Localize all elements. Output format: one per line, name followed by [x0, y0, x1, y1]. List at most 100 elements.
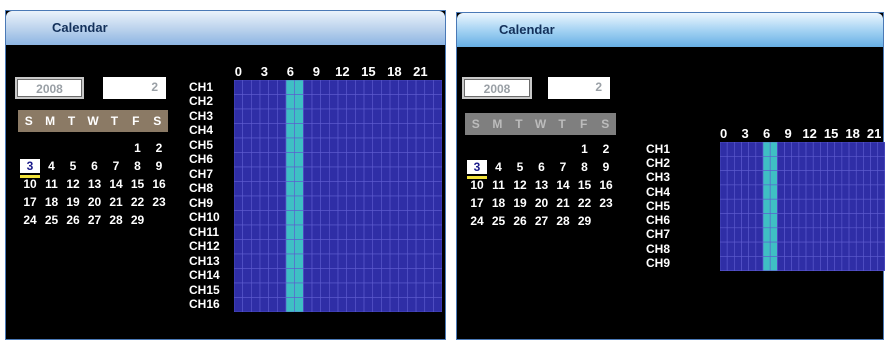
schedule-cell[interactable]	[311, 210, 321, 226]
schedule-cell[interactable]	[741, 213, 749, 229]
schedule-cell[interactable]	[834, 213, 843, 229]
schedule-cell[interactable]	[346, 253, 356, 269]
schedule-cell[interactable]	[311, 282, 321, 298]
schedule-cell[interactable]	[259, 181, 269, 197]
schedule-cell[interactable]	[398, 239, 408, 255]
schedule-cell[interactable]	[791, 213, 800, 229]
schedule-cell[interactable]	[734, 256, 742, 271]
schedule-cell[interactable]	[841, 241, 850, 257]
schedule-cell[interactable]	[424, 137, 434, 153]
schedule-cell[interactable]	[415, 239, 426, 255]
schedule-cell[interactable]	[415, 210, 426, 226]
schedule-cell[interactable]	[346, 297, 356, 313]
day-cell[interactable]: 21	[106, 195, 126, 209]
schedule-cell[interactable]	[424, 297, 434, 313]
schedule-cell[interactable]	[863, 256, 871, 271]
schedule-cell-recording[interactable]	[294, 166, 304, 182]
schedule-cell[interactable]	[755, 170, 764, 186]
schedule-cell[interactable]	[726, 184, 735, 200]
schedule-cell[interactable]	[433, 210, 443, 226]
schedule-cell[interactable]	[734, 227, 742, 243]
schedule-cell[interactable]	[234, 268, 243, 284]
schedule-cell[interactable]	[268, 80, 278, 95]
schedule-cell[interactable]	[791, 170, 800, 186]
schedule-cell[interactable]	[784, 241, 792, 257]
day-cell[interactable]: 22	[575, 196, 595, 210]
schedule-cell-recording[interactable]	[762, 156, 771, 171]
schedule-cell[interactable]	[841, 142, 850, 157]
schedule-cell[interactable]	[363, 195, 374, 211]
schedule-cell[interactable]	[329, 123, 339, 139]
schedule-cell[interactable]	[812, 156, 821, 171]
year-field[interactable]: 2008	[462, 77, 532, 99]
schedule-cell[interactable]	[311, 166, 321, 182]
schedule-cell[interactable]	[855, 213, 864, 229]
day-cell[interactable]: 26	[63, 213, 83, 227]
schedule-cell[interactable]	[303, 94, 313, 110]
schedule-cell[interactable]	[827, 170, 836, 186]
schedule-cell[interactable]	[841, 256, 850, 271]
schedule-cell[interactable]	[242, 282, 252, 298]
schedule-cell[interactable]	[337, 253, 348, 269]
schedule-cell[interactable]	[424, 239, 434, 255]
schedule-cell-recording[interactable]	[294, 297, 304, 313]
schedule-cell[interactable]	[381, 239, 391, 255]
schedule-cell[interactable]	[848, 227, 857, 243]
schedule-cell[interactable]	[777, 170, 785, 186]
schedule-cell[interactable]	[415, 181, 426, 197]
schedule-cell[interactable]	[372, 166, 382, 182]
schedule-cell[interactable]	[863, 227, 871, 243]
schedule-cell[interactable]	[303, 253, 313, 269]
schedule-cell[interactable]	[268, 239, 278, 255]
schedule-cell-recording[interactable]	[294, 94, 304, 110]
schedule-cell[interactable]	[268, 268, 278, 284]
schedule-cell-recording[interactable]	[285, 123, 295, 139]
schedule-cell[interactable]	[791, 241, 800, 257]
schedule-cell[interactable]	[363, 152, 374, 168]
schedule-cell-recording[interactable]	[769, 142, 778, 157]
schedule-cell[interactable]	[337, 137, 348, 153]
schedule-cell[interactable]	[355, 80, 365, 95]
schedule-cell[interactable]	[268, 166, 278, 182]
day-cell-selected[interactable]: 3	[20, 159, 40, 173]
schedule-cell[interactable]	[242, 253, 252, 269]
schedule-cell[interactable]	[311, 181, 321, 197]
schedule-cell[interactable]	[277, 253, 287, 269]
schedule-cell[interactable]	[805, 198, 814, 214]
day-cell[interactable]: 27	[85, 213, 105, 227]
schedule-cell[interactable]	[311, 152, 321, 168]
schedule-cell[interactable]	[812, 184, 821, 200]
schedule-cell[interactable]	[337, 195, 348, 211]
schedule-cell[interactable]	[415, 282, 426, 298]
schedule-cell[interactable]	[372, 224, 382, 240]
schedule-cell[interactable]	[329, 94, 339, 110]
schedule-cell[interactable]	[259, 282, 269, 298]
schedule-cell-recording[interactable]	[285, 210, 295, 226]
schedule-cell[interactable]	[748, 256, 757, 271]
schedule-cell[interactable]	[303, 166, 313, 182]
schedule-cell[interactable]	[251, 210, 261, 226]
schedule-cell[interactable]	[311, 137, 321, 153]
schedule-cell[interactable]	[355, 297, 365, 313]
schedule-cell[interactable]	[748, 227, 757, 243]
schedule-cell[interactable]	[251, 195, 261, 211]
day-cell[interactable]: 8	[575, 160, 595, 174]
schedule-cell[interactable]	[407, 94, 417, 110]
schedule-cell[interactable]	[389, 152, 400, 168]
schedule-cell[interactable]	[242, 224, 252, 240]
schedule-cell[interactable]	[355, 224, 365, 240]
schedule-cell[interactable]	[234, 108, 243, 124]
schedule-cell[interactable]	[337, 166, 348, 182]
schedule-cell[interactable]	[337, 268, 348, 284]
schedule-cell[interactable]	[268, 224, 278, 240]
day-cell[interactable]: 18	[42, 195, 62, 209]
schedule-cell[interactable]	[415, 195, 426, 211]
schedule-cell[interactable]	[320, 166, 330, 182]
schedule-cell[interactable]	[320, 108, 330, 124]
schedule-cell[interactable]	[303, 239, 313, 255]
schedule-cell[interactable]	[242, 94, 252, 110]
schedule-cell[interactable]	[398, 268, 408, 284]
schedule-cell[interactable]	[877, 227, 885, 243]
schedule-cell[interactable]	[381, 210, 391, 226]
schedule-cell[interactable]	[311, 239, 321, 255]
